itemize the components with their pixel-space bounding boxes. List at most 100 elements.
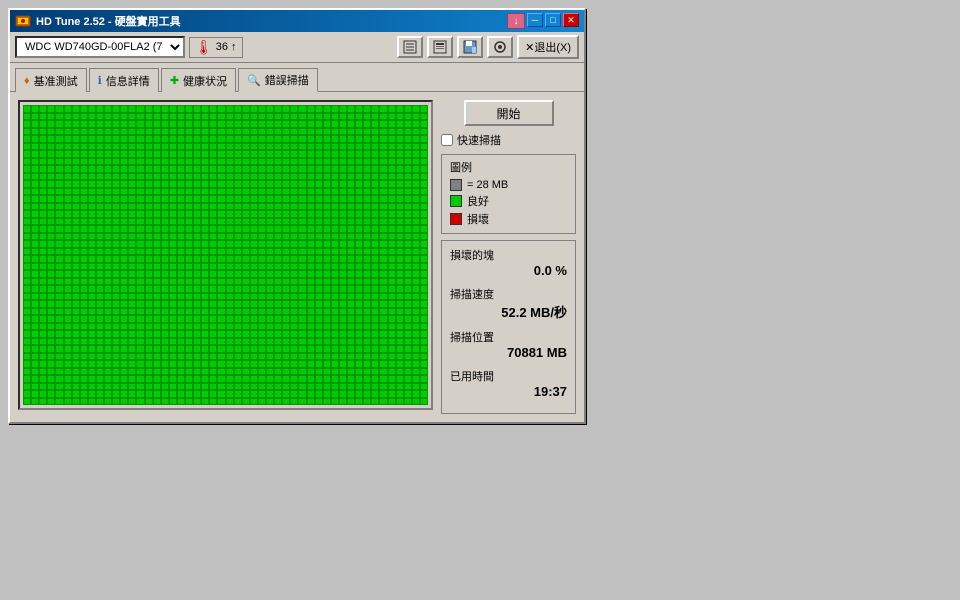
scan-cell	[282, 128, 290, 136]
scan-cell	[47, 143, 55, 151]
scan-cell	[153, 315, 161, 323]
scan-cell	[128, 128, 136, 136]
scan-cell	[128, 353, 136, 361]
maximize-button[interactable]: □	[545, 13, 561, 27]
scan-cell	[88, 323, 96, 331]
fast-scan-label[interactable]: 快速掃描	[457, 132, 501, 148]
scan-cell	[39, 225, 47, 233]
scan-cell	[31, 135, 39, 143]
scan-cell	[136, 300, 144, 308]
toolbar-btn-1[interactable]	[397, 36, 423, 58]
scan-cell	[104, 263, 112, 271]
start-button[interactable]: 開始	[464, 100, 554, 126]
scan-cell	[120, 188, 128, 196]
scan-cell	[242, 390, 250, 398]
scan-cell	[96, 188, 104, 196]
scan-cell	[388, 105, 396, 113]
scan-cell	[371, 263, 379, 271]
scan-cell	[396, 383, 404, 391]
scan-cell	[217, 315, 225, 323]
scan-cell	[331, 263, 339, 271]
scan-cell	[290, 210, 298, 218]
scan-cell	[112, 195, 120, 203]
scan-cell	[339, 300, 347, 308]
scan-cell	[388, 263, 396, 271]
scan-cell	[96, 143, 104, 151]
scan-cell	[64, 248, 72, 256]
scan-cell	[96, 113, 104, 121]
scan-cell	[193, 323, 201, 331]
scan-cell	[201, 293, 209, 301]
scan-cell	[80, 203, 88, 211]
scan-cell	[274, 278, 282, 286]
close-button[interactable]: ✕	[563, 13, 579, 27]
scan-cell	[161, 293, 169, 301]
scan-cell	[161, 173, 169, 181]
scan-cell	[371, 105, 379, 113]
right-panel: 開始 快速掃描 圖例 = 28 MB 良好 損壞	[441, 100, 576, 414]
scan-cell	[323, 173, 331, 181]
scan-cell	[258, 165, 266, 173]
exit-button[interactable]: ✕退出(X)	[517, 35, 579, 59]
scan-cell	[266, 315, 274, 323]
scan-cell	[128, 240, 136, 248]
scan-cell	[234, 240, 242, 248]
scan-cell	[250, 195, 258, 203]
scan-cell	[396, 180, 404, 188]
scan-cell	[136, 345, 144, 353]
scan-cell	[23, 323, 31, 331]
tab-benchmark[interactable]: ♦ 基准測試	[15, 68, 87, 92]
scan-cell	[323, 300, 331, 308]
scan-cell	[396, 338, 404, 346]
scan-cell	[315, 173, 323, 181]
scan-cell	[136, 165, 144, 173]
scan-cell	[128, 143, 136, 151]
scan-cell	[209, 195, 217, 203]
scan-cell	[169, 135, 177, 143]
scan-cell	[274, 323, 282, 331]
scan-cell	[347, 330, 355, 338]
scan-cell	[274, 248, 282, 256]
scan-cell	[185, 105, 193, 113]
scan-cell	[55, 383, 63, 391]
scan-cell	[120, 105, 128, 113]
scan-cell	[209, 390, 217, 398]
scan-cell	[242, 375, 250, 383]
scan-cell	[185, 240, 193, 248]
scan-cell	[169, 278, 177, 286]
tab-error-scan[interactable]: 🔍 錯誤掃描	[238, 68, 318, 92]
scan-cell	[331, 143, 339, 151]
scan-cell	[234, 360, 242, 368]
scan-cell	[153, 263, 161, 271]
scan-cell	[88, 360, 96, 368]
scan-cell	[145, 210, 153, 218]
scan-cell	[145, 195, 153, 203]
scan-cell	[266, 360, 274, 368]
scan-cell	[379, 240, 387, 248]
fast-scan-checkbox[interactable]	[441, 134, 453, 146]
scan-cell	[371, 128, 379, 136]
scan-cell	[31, 383, 39, 391]
scan-cell	[177, 203, 185, 211]
scan-cell	[315, 120, 323, 128]
scan-cell	[47, 233, 55, 241]
minimize-button[interactable]: ─	[527, 13, 543, 27]
scan-cell	[412, 293, 420, 301]
special-btn[interactable]: ↓	[507, 13, 525, 29]
disk-selector[interactable]: WDC WD740GD-00FLA2 (74 GB)	[15, 36, 185, 58]
scan-cell	[298, 218, 306, 226]
scan-cell	[47, 113, 55, 121]
scan-cell	[209, 263, 217, 271]
scan-cell	[307, 113, 315, 121]
tab-info[interactable]: ℹ 信息詳情	[89, 68, 159, 92]
toolbar-btn-save[interactable]	[457, 36, 483, 58]
scan-cell	[290, 383, 298, 391]
scan-cell	[112, 225, 120, 233]
toolbar-btn-2[interactable]	[427, 36, 453, 58]
scan-cell	[250, 173, 258, 181]
scan-cell	[315, 248, 323, 256]
scan-cell	[193, 368, 201, 376]
tab-health[interactable]: ✚ 健康状況	[161, 68, 236, 92]
scan-cell	[234, 203, 242, 211]
toolbar-btn-tool[interactable]	[487, 36, 513, 58]
